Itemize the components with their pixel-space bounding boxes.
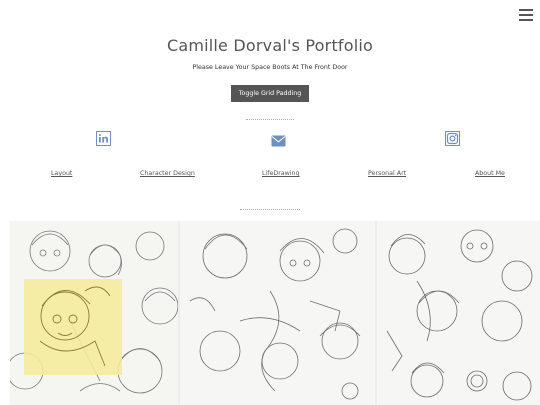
- toggle-grid-padding-button[interactable]: Toggle Grid Padding: [231, 85, 309, 102]
- portfolio-page: Camille Dorval's Portfolio Please Leave …: [0, 0, 540, 405]
- page-subtitle: Please Leave Your Space Boots At The Fro…: [192, 64, 348, 71]
- nav-link-life-drawing[interactable]: LifeDrawing: [262, 170, 300, 177]
- nav-link-layout[interactable]: Layout: [51, 170, 72, 177]
- mail-icon[interactable]: [271, 132, 286, 147]
- nav-link-personal-art[interactable]: Personal Art: [368, 170, 406, 177]
- page-title: Camille Dorval's Portfolio: [166, 36, 374, 55]
- linkedin-icon[interactable]: [96, 131, 111, 146]
- nav-link-character-design[interactable]: Character Design: [140, 170, 195, 177]
- sketch-page-1[interactable]: [10, 221, 178, 405]
- divider: [240, 209, 300, 210]
- nav-link-about-me[interactable]: About Me: [475, 170, 505, 177]
- instagram-icon[interactable]: [445, 131, 460, 146]
- sketch-gallery: [10, 221, 540, 405]
- sketch-page-3[interactable]: [377, 221, 540, 405]
- divider: [246, 119, 294, 120]
- sketch-page-2[interactable]: [180, 221, 375, 405]
- hamburger-menu-icon[interactable]: [519, 7, 533, 21]
